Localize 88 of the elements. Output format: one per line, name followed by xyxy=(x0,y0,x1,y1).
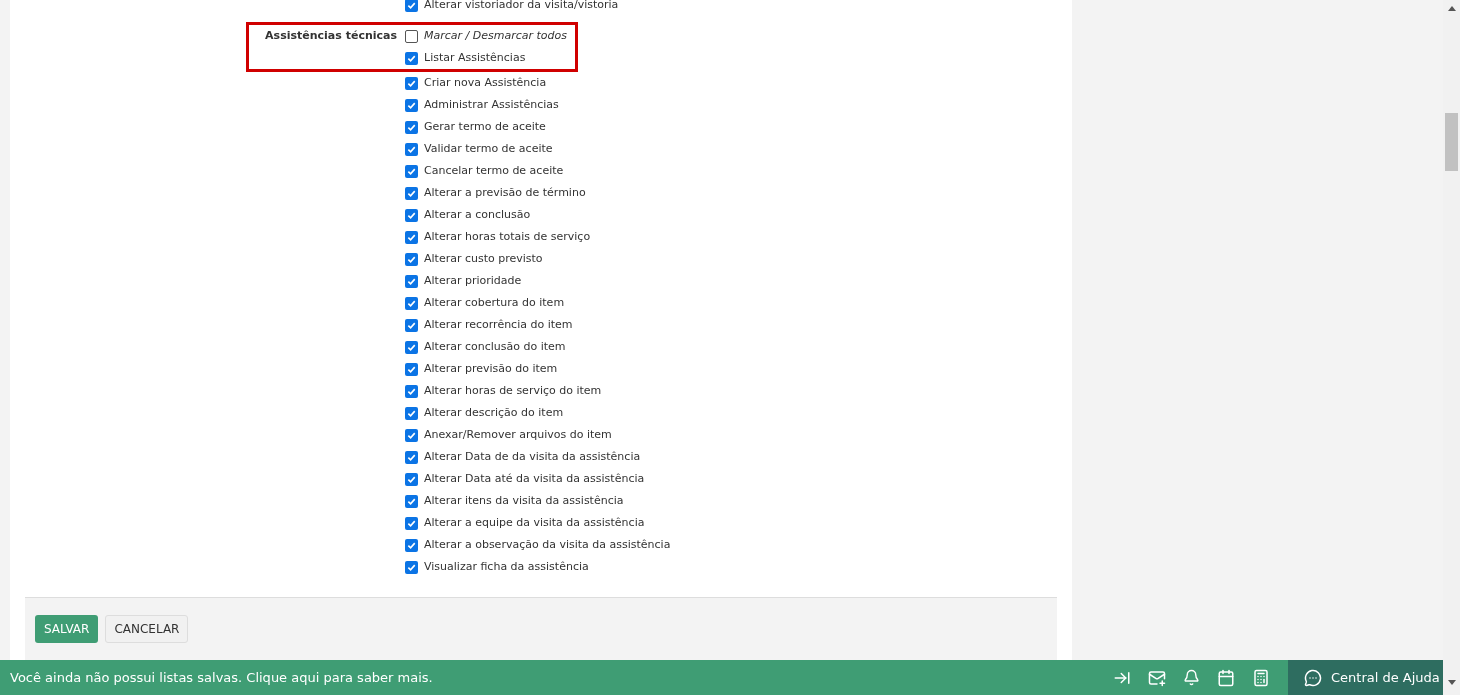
checkmark-icon xyxy=(407,342,416,352)
checkmark-icon xyxy=(407,144,416,154)
checkbox[interactable] xyxy=(405,472,418,486)
permission-checkbox[interactable]: Visualizar ficha da assistência xyxy=(405,556,589,578)
checkbox[interactable] xyxy=(405,76,418,90)
permission-checkbox[interactable]: Validar termo de aceite xyxy=(405,138,553,160)
chat-icon xyxy=(1304,668,1322,687)
checkbox[interactable] xyxy=(405,450,418,464)
checkbox[interactable] xyxy=(405,384,418,398)
help-center-button[interactable]: Central de Ajuda xyxy=(1288,660,1443,695)
permission-checkbox[interactable]: Alterar cobertura do item xyxy=(405,292,565,314)
permission-checkbox[interactable]: Administrar Assistências xyxy=(405,94,559,116)
checkmark-icon xyxy=(407,166,416,176)
permission-checkbox[interactable]: Alterar a previsão de término xyxy=(405,182,586,204)
checkmark-icon xyxy=(407,276,416,286)
permission-checkbox[interactable]: Alterar descrição do item xyxy=(405,402,564,424)
checkbox[interactable] xyxy=(405,318,418,332)
checkmark-icon xyxy=(407,210,416,220)
checkmark-icon xyxy=(407,298,416,308)
permission-checkbox[interactable]: Alterar custo previsto xyxy=(405,248,543,270)
cancel-button[interactable]: CANCELAR xyxy=(105,615,189,643)
permission-checkbox[interactable]: Cancelar termo de aceite xyxy=(405,160,564,182)
checkbox[interactable] xyxy=(405,428,418,442)
permission-checkbox[interactable]: Alterar horas totais de serviço xyxy=(405,226,591,248)
checkmark-icon xyxy=(407,254,416,264)
checkmark-icon xyxy=(407,364,416,374)
checkbox[interactable] xyxy=(405,494,418,508)
checkbox[interactable] xyxy=(405,186,418,200)
checkbox[interactable] xyxy=(405,560,418,574)
permission-checkbox[interactable]: Alterar vistoriador da visita/vistoria xyxy=(405,0,619,16)
checkmark-icon xyxy=(407,320,416,330)
permission-checkbox[interactable]: Alterar a equipe da visita da assistência xyxy=(405,512,645,534)
checkbox[interactable] xyxy=(405,340,418,354)
checkmark-icon xyxy=(407,0,416,10)
checkbox[interactable] xyxy=(405,164,418,178)
checkmark-icon xyxy=(407,100,416,110)
checkmark-icon xyxy=(407,386,416,396)
checkbox[interactable] xyxy=(405,516,418,530)
checkmark-icon xyxy=(407,232,416,242)
checkmark-icon xyxy=(407,474,416,484)
permission-checkbox[interactable]: Alterar Data de da visita da assistência xyxy=(405,446,641,468)
checkmark-icon xyxy=(407,518,416,528)
checkmark-icon xyxy=(407,78,416,88)
permission-checkbox[interactable]: Gerar termo de aceite xyxy=(405,116,546,138)
calculator-icon[interactable] xyxy=(1252,668,1270,687)
permission-checkbox[interactable]: Alterar previsão do item xyxy=(405,358,558,380)
scrollbar-thumb[interactable] xyxy=(1445,113,1458,171)
permission-checkbox[interactable]: Criar nova Assistência xyxy=(405,72,547,94)
checkmark-icon xyxy=(407,496,416,506)
checkbox[interactable] xyxy=(405,0,418,12)
permission-checkbox[interactable]: Anexar/Remover arquivos do item xyxy=(405,424,612,446)
permission-checkbox[interactable]: Alterar a conclusão xyxy=(405,204,531,226)
checkmark-icon xyxy=(407,452,416,462)
checkbox[interactable] xyxy=(405,296,418,310)
checkmark-icon xyxy=(407,408,416,418)
mail-icon[interactable] xyxy=(1148,668,1166,687)
permission-checkbox[interactable]: Listar Assistências xyxy=(405,47,526,69)
checkmark-icon xyxy=(407,122,416,132)
permission-checkbox[interactable]: Alterar itens da visita da assistência xyxy=(405,490,624,512)
permission-checkbox[interactable]: Alterar horas de serviço do item xyxy=(405,380,602,402)
checkbox[interactable] xyxy=(405,29,418,43)
scroll-down-icon[interactable] xyxy=(1447,680,1456,685)
checkbox[interactable] xyxy=(405,98,418,112)
checkmark-icon xyxy=(407,540,416,550)
checkbox[interactable] xyxy=(405,208,418,222)
checkmark-icon xyxy=(407,188,416,198)
checkbox[interactable] xyxy=(405,230,418,244)
checkmark-icon xyxy=(407,53,416,63)
calendar-icon[interactable] xyxy=(1217,668,1235,687)
checkbox[interactable] xyxy=(405,362,418,376)
checkbox[interactable] xyxy=(405,142,418,156)
checkbox[interactable] xyxy=(405,120,418,134)
permission-checkbox[interactable]: Alterar recorrência do item xyxy=(405,314,573,336)
notifications-icon[interactable] xyxy=(1183,669,1200,686)
checkbox[interactable] xyxy=(405,252,418,266)
checkbox[interactable] xyxy=(405,274,418,288)
checkbox[interactable] xyxy=(405,406,418,420)
permission-checkbox[interactable]: Alterar conclusão do item xyxy=(405,336,566,358)
permission-checkbox[interactable]: Alterar prioridade xyxy=(405,270,522,292)
checkmark-icon xyxy=(407,430,416,440)
permission-checkbox[interactable]: Alterar a observação da visita da assistência xyxy=(405,534,671,556)
checkbox[interactable] xyxy=(405,538,418,552)
section-label: Assistências técnicas xyxy=(265,28,397,44)
scroll-up-icon[interactable] xyxy=(1447,6,1456,11)
permission-checkbox[interactable]: Marcar / Desmarcar todos xyxy=(405,25,567,47)
permission-checkbox[interactable]: Alterar Data até da visita da assistência xyxy=(405,468,645,490)
checkbox[interactable] xyxy=(405,51,418,65)
checkmark-icon xyxy=(407,562,416,572)
